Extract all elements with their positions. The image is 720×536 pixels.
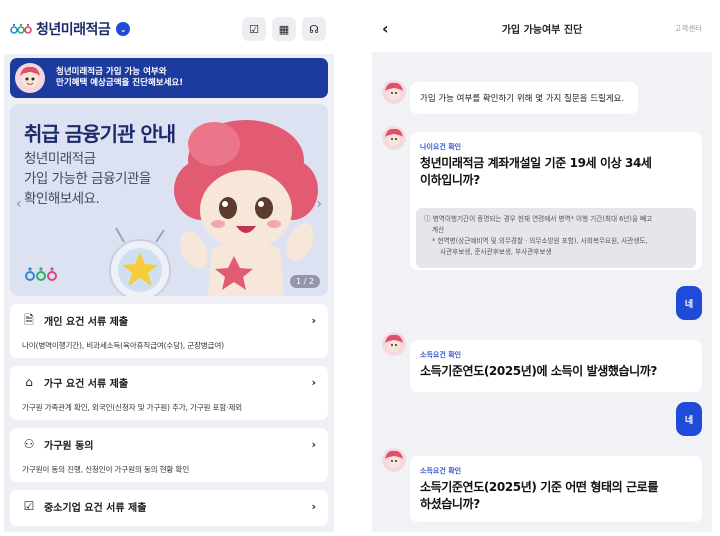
card-title: 가구 요건 서류 제출 [44, 378, 129, 390]
card-description: 나이(병역이행기간), 비과세소득(육아휴직급여(수당), 군장병급여) [22, 341, 224, 350]
chevron-right-icon: › [311, 437, 316, 451]
banner-title: 취급 금융기관 안내 [24, 122, 176, 146]
headset-icon[interactable]: ☊ [302, 17, 326, 41]
info-line-4: 사관후보생, 준사관후보생, 부사관후보생 [440, 247, 552, 256]
banner-subtitle-line-1: 청년미래적금 [24, 151, 96, 167]
bot-message-intro: 가입 가능 여부를 확인하기 위해 몇 가지 질문을 드릴게요. [410, 82, 638, 114]
user-reply-yes: 네 [676, 286, 702, 320]
message-text: 가입 가능 여부를 확인하기 위해 몇 가지 질문을 드릴게요. [420, 94, 625, 104]
household-docs-card[interactable]: ⌂ 가구 요건 서류 제출 › 가구원 가족관계 확인, 외국인(신청자 및 가… [10, 366, 328, 420]
person-icon: ⚇ [23, 437, 35, 451]
chat-header: ‹ 가입 가능여부 진단 고객센터 [372, 4, 712, 52]
card-title: 개인 요건 서류 제출 [44, 316, 129, 328]
screenshot-stage: 청년미래적금 ⌄ ☑ ▦ ☊ 청년미래적금 가입 가능 여부와 만기혜택 예상금… [0, 0, 720, 536]
promo-banner[interactable]: 취급 금융기관 안내 청년미래적금 가입 가능한 금융기관을 확인해보세요. ‹… [10, 104, 328, 296]
app-header: 청년미래적금 ⌄ ☑ ▦ ☊ [4, 4, 334, 54]
question-line-1: 청년미래적금 계좌개설일 기준 19세 이상 34세 [420, 156, 652, 170]
diagnosis-chat-screen: ‹ 가입 가능여부 진단 고객센터 가입 가능 여부를 확인하기 위해 몇 가지… [372, 4, 712, 532]
header-actions: ☑ ▦ ☊ [242, 17, 326, 41]
banner-subtitle: 청년미래적금 가입 가능한 금융기관을 확인해보세요. [24, 150, 151, 210]
home-screen: 청년미래적금 ⌄ ☑ ▦ ☊ 청년미래적금 가입 가능 여부와 만기혜택 예상금… [4, 4, 334, 532]
house-icon: ⌂ [25, 375, 33, 389]
question-text: 소득기준연도(2025년) 기준 어떤 형태의 근로를 하셨습니까? [420, 479, 692, 514]
question-text: 소득기준연도(2025년)에 소득이 발생했습니까? [420, 364, 657, 378]
bot-avatar [382, 332, 406, 356]
user-reply-yes: 네 [676, 402, 702, 436]
chevron-right-icon[interactable]: › [316, 196, 322, 212]
customer-center-link[interactable]: 고객센터 [674, 23, 702, 34]
calendar-icon[interactable]: ▦ [272, 17, 296, 41]
card-description: 가구원 가족관계 확인, 외국인(신청자 및 가구원) 추가, 가구원 포함·제… [22, 403, 242, 412]
info-note: ⓘ 병역이행기간이 증명되는 경우 현재 연령에서 병역* 이행 기간(최대 6… [416, 208, 696, 268]
brand-selector[interactable]: 청년미래적금 ⌄ [10, 19, 131, 39]
brand-logo-icon [10, 23, 32, 35]
notice-line-2: 만기혜택 예상금액을 진단해보세요! [56, 78, 184, 88]
checklist-icon[interactable]: ☑ [242, 17, 266, 41]
chevron-left-icon[interactable]: ‹ [16, 196, 22, 212]
question-tag: 나이요건 확인 [420, 143, 462, 151]
banner-subtitle-line-3: 확인해보세요. [24, 190, 100, 207]
card-title: 가구원 동의 [44, 440, 94, 452]
chevron-right-icon: › [311, 499, 316, 513]
checkbox-icon: ☑ [23, 499, 35, 513]
banner-subtitle-line-2: 가입 가능한 금융기관을 [24, 170, 151, 187]
household-consent-card[interactable]: ⚇ 가구원 동의 › 가구원이 동의 진행, 신청인이 가구원의 동의 현황 확… [10, 428, 328, 482]
brand-title: 청년미래적금 [36, 22, 111, 38]
bot-avatar [382, 126, 406, 150]
personal-docs-card[interactable]: 🗎 개인 요건 서류 제출 › 나이(병역이행기간), 비과세소득(육아휴직급여… [10, 304, 328, 358]
chevron-right-icon: › [311, 375, 316, 389]
mascot-icon [14, 62, 46, 94]
bot-avatar [382, 448, 406, 472]
notice-line-1: 청년미래적금 가입 가능 여부와 [56, 66, 167, 77]
question-line-2: 하셨습니까? [420, 497, 480, 512]
sme-docs-card[interactable]: ☑ 중소기업 요건 서류 제출 › [10, 490, 328, 526]
banner-logo-icon [24, 266, 58, 286]
diagnosis-notice-banner[interactable]: 청년미래적금 가입 가능 여부와 만기혜택 예상금액을 진단해보세요! [10, 58, 328, 98]
document-icon: 🗎 [24, 313, 34, 327]
question-text: 청년미래적금 계좌개설일 기준 19세 이상 34세 이하입니까? [420, 155, 692, 190]
info-line-2: 계산 [432, 225, 445, 234]
chevron-right-icon: › [311, 313, 316, 327]
question-tag: 소득요건 확인 [420, 467, 462, 475]
question-line-2: 이하입니까? [420, 173, 480, 188]
question-tag: 소득요건 확인 [420, 351, 462, 359]
bot-question-income: 소득요건 확인 소득기준연도(2025년)에 소득이 발생했습니까? [410, 340, 702, 392]
info-line-3: * 현역병(상근예비역 및 의무경찰 · 의무소방원 포함), 사회복무요원, … [432, 236, 648, 245]
chevron-down-icon: ⌄ [116, 22, 131, 36]
card-title: 중소기업 요건 서류 제출 [44, 502, 147, 514]
page-title: 가입 가능여부 진단 [501, 24, 583, 36]
bot-question-work-type: 소득요건 확인 소득기준연도(2025년) 기준 어떤 형태의 근로를 하셨습니… [410, 456, 702, 522]
bot-avatar [382, 80, 406, 104]
question-line-1: 소득기준연도(2025년) 기준 어떤 형태의 근로를 [420, 480, 658, 494]
card-description: 가구원이 동의 진행, 신청인이 가구원의 동의 현황 확인 [22, 465, 190, 474]
banner-pager: 1 / 2 [290, 275, 320, 288]
info-line-1: ⓘ 병역이행기간이 증명되는 경우 현재 연령에서 병역* 이행 기간(최대 6… [424, 215, 653, 223]
